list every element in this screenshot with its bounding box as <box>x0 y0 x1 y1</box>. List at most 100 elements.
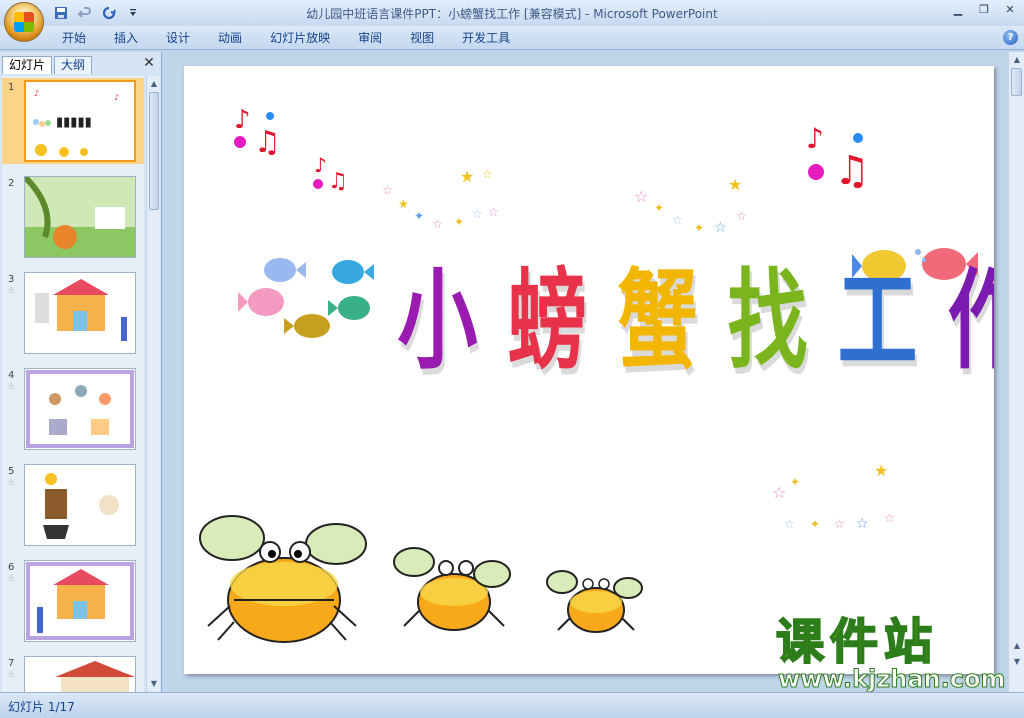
status-bar: 幻灯片 1/17 <box>0 692 1024 718</box>
tab-outline[interactable]: 大纲 <box>54 56 93 74</box>
slide-thumbnail-2[interactable]: 2 <box>2 174 144 260</box>
previous-slide-icon[interactable]: ▲ <box>1011 640 1023 652</box>
close-panel-icon[interactable]: ✕ <box>142 56 156 70</box>
close-icon[interactable]: ✕ <box>1002 2 1018 18</box>
tab-animations[interactable]: 动画 <box>204 30 256 46</box>
slide-title[interactable]: 小 螃 蟹 找 工 作 <box>384 246 994 401</box>
svg-text:☆: ☆ <box>634 187 648 206</box>
svg-text:☆: ☆ <box>736 209 747 223</box>
title-char: 蟹 <box>617 258 698 384</box>
slide-number: 5 <box>8 466 15 477</box>
tab-view[interactable]: 视图 <box>396 30 448 46</box>
svg-text:☆: ☆ <box>714 220 727 236</box>
slide-number: 2 <box>8 178 15 189</box>
slide-preview: ▮▮▮▮▮ ♪ ♪ <box>24 80 136 162</box>
title-char: 小 <box>397 258 478 384</box>
scroll-thumb[interactable] <box>149 92 159 210</box>
scroll-up-icon[interactable]: ▲ <box>1011 54 1023 66</box>
title-char: 工 <box>837 258 918 384</box>
window-title: 幼儿园中班语言课件PPT：小螃蟹找工作 [兼容模式] - Microsoft P… <box>306 7 718 21</box>
slide-number: 4 <box>8 370 15 381</box>
ribbon-tabs: 开始 插入 设计 动画 幻灯片放映 审阅 视图 开发工具 <box>48 30 524 46</box>
svg-text:✦: ✦ <box>454 215 464 229</box>
slide-number: 3 <box>8 274 15 285</box>
svg-text:☆: ☆ <box>784 517 795 531</box>
animation-star-icon: ☆ <box>7 382 16 392</box>
ribbon: 开始 插入 设计 动画 幻灯片放映 审阅 视图 开发工具 ? <box>0 26 1024 50</box>
svg-text:★: ★ <box>460 167 474 186</box>
svg-text:☆: ☆ <box>856 516 869 532</box>
slide-number: 1 <box>8 82 15 93</box>
slide-thumbnail-5[interactable]: 5 ☆ <box>2 462 144 548</box>
title-char: 找 <box>727 258 808 384</box>
svg-text:☆: ☆ <box>884 511 895 525</box>
slide-number: 6 <box>8 562 15 573</box>
watermark-url: www.kjzhan.com <box>777 665 1006 693</box>
tab-design[interactable]: 设计 <box>152 30 204 46</box>
tab-insert[interactable]: 插入 <box>100 30 152 46</box>
title-bar: 幼儿园中班语言课件PPT：小螃蟹找工作 [兼容模式] - Microsoft P… <box>0 0 1024 42</box>
title-char: 作 <box>948 246 994 401</box>
music-note-icon: ♪ ♫ <box>313 153 348 194</box>
slide-preview <box>24 176 136 258</box>
svg-text:☆: ☆ <box>432 217 443 231</box>
svg-text:♪: ♪ <box>234 105 251 135</box>
svg-text:✦: ✦ <box>810 517 820 531</box>
watermark-logo: 课件站 www.kjzhan.com <box>772 614 1008 694</box>
slide-thumbnail-1[interactable]: 1 ▮▮▮▮▮ ♪ ♪ <box>2 78 144 164</box>
thumbnail-list: 1 ▮▮▮▮▮ ♪ ♪ 2 3 ☆ 4 ☆ 5 ☆ 6 ☆ 7 ☆ <box>2 76 144 692</box>
slide-thumbnail-3[interactable]: 3 ☆ <box>2 270 144 356</box>
office-logo-icon <box>14 12 34 32</box>
next-slide-icon[interactable]: ▼ <box>1011 656 1023 668</box>
watermark-title: 课件站 <box>775 614 939 670</box>
svg-text:♪: ♪ <box>314 153 327 177</box>
slide-counter: 幻灯片 1/17 <box>8 700 75 714</box>
svg-text:♫: ♫ <box>834 148 870 194</box>
tab-review[interactable]: 审阅 <box>344 30 396 46</box>
restore-icon[interactable]: ❐ <box>976 2 992 18</box>
slide-scrollbar[interactable]: ▲ ▲ ▼ <box>1008 52 1024 692</box>
svg-text:♫: ♫ <box>328 169 348 194</box>
svg-text:✦: ✦ <box>654 201 664 215</box>
window-controls: ▁ ❐ ✕ <box>950 2 1018 18</box>
svg-text:✦: ✦ <box>694 221 704 235</box>
tab-slideshow[interactable]: 幻灯片放映 <box>256 30 344 46</box>
svg-text:✦: ✦ <box>790 475 800 489</box>
animation-star-icon: ☆ <box>7 478 16 488</box>
svg-text:★: ★ <box>398 197 409 211</box>
tab-developer[interactable]: 开发工具 <box>448 30 524 46</box>
tab-slides[interactable]: 幻灯片 <box>2 56 53 74</box>
scroll-up-icon[interactable]: ▲ <box>148 78 160 90</box>
animation-star-icon: ☆ <box>7 286 16 296</box>
slides-panel: 幻灯片 大纲 ✕ 1 ▮▮▮▮▮ ♪ ♪ 2 3 ☆ 4 ☆ 5 ☆ 6 ☆ 7… <box>0 52 162 692</box>
crab-icon <box>199 515 367 643</box>
svg-text:★: ★ <box>728 175 742 194</box>
crab-icon <box>546 570 643 633</box>
office-button[interactable] <box>4 2 44 42</box>
tab-home[interactable]: 开始 <box>48 30 100 46</box>
slide-thumbnail-7[interactable]: 7 ☆ <box>2 654 144 692</box>
svg-text:☆: ☆ <box>834 517 845 531</box>
slide-preview <box>24 368 136 450</box>
slide-canvas[interactable]: ♪ ♫ ♪ ♫ ♪ ♫ ☆ ★ ✦ ☆ ✦ ☆ ★ ☆ ☆ ☆ ✦ ☆ ✦ ☆ ☆ ★ <box>184 66 994 674</box>
slide-thumbnail-4[interactable]: 4 ☆ <box>2 366 144 452</box>
scroll-thumb[interactable] <box>1011 68 1022 96</box>
title-char: 螃 <box>507 258 588 384</box>
svg-text:▮▮▮▮▮: ▮▮▮▮▮ <box>56 115 92 130</box>
music-note-icon: ♪ ♫ <box>234 105 281 160</box>
music-note-icon: ♪ ♫ <box>806 122 870 194</box>
svg-text:♪: ♪ <box>34 89 39 98</box>
minimize-icon[interactable]: ▁ <box>950 2 966 18</box>
svg-text:☆: ☆ <box>382 183 393 197</box>
animation-star-icon: ☆ <box>7 574 16 584</box>
animation-star-icon: ☆ <box>7 670 16 680</box>
help-icon[interactable]: ? <box>1003 30 1018 45</box>
slide-thumbnail-6[interactable]: 6 ☆ <box>2 558 144 644</box>
svg-text:☆: ☆ <box>772 483 786 502</box>
scroll-down-icon[interactable]: ▼ <box>148 678 160 690</box>
svg-text:☆: ☆ <box>482 167 493 181</box>
thumbnail-scrollbar[interactable]: ▲ ▼ <box>146 76 160 692</box>
crab-icon <box>393 547 511 631</box>
svg-text:♪: ♪ <box>114 93 119 102</box>
svg-text:☆: ☆ <box>488 205 499 219</box>
